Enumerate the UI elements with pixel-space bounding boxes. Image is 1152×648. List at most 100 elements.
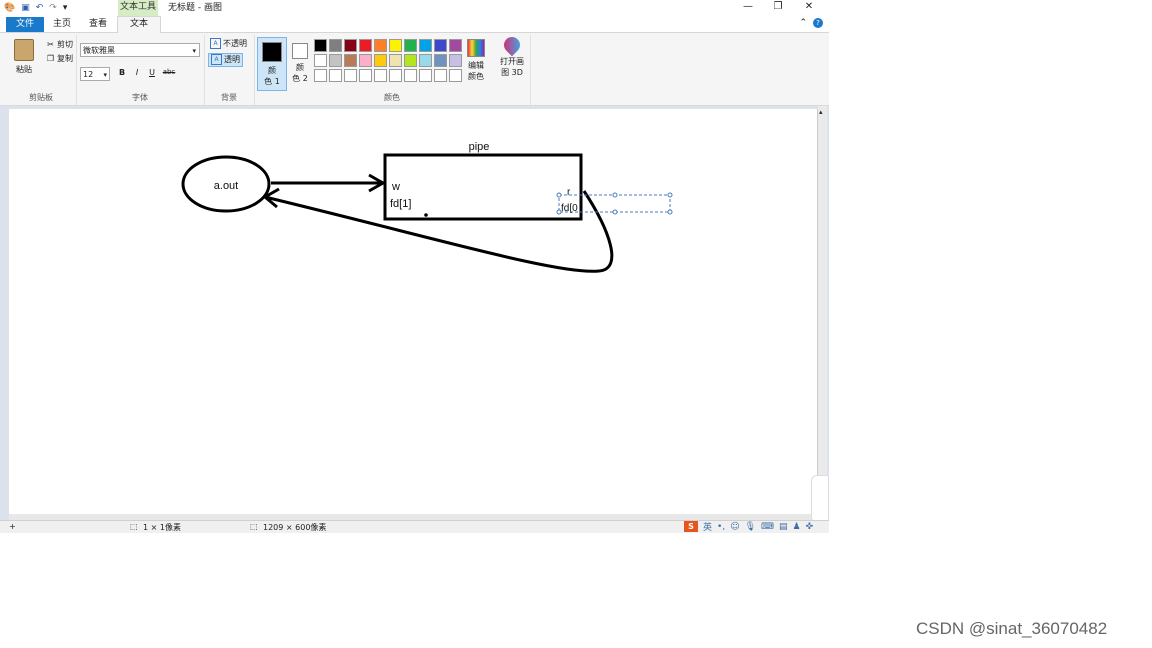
undo-icon[interactable]: ↶	[36, 2, 44, 14]
ime-tray: S 英 •, ☺ 🎙 ⌨ ▤ ♟ ✜	[684, 520, 813, 533]
paint3d-icon	[500, 33, 524, 57]
resize-handle[interactable]	[612, 192, 618, 198]
palette-swatch[interactable]	[374, 54, 387, 67]
color2-swatch	[292, 43, 308, 59]
side-handle[interactable]	[811, 475, 829, 523]
font-size-select[interactable]: 12 ▾	[80, 67, 110, 81]
resize-handle[interactable]	[556, 192, 562, 198]
chinese-mode-icon[interactable]: 英	[703, 520, 712, 533]
underline-button[interactable]: U	[146, 68, 158, 77]
palette-swatch[interactable]	[449, 54, 462, 67]
paste-icon[interactable]	[14, 39, 34, 61]
minimize-button[interactable]: —	[732, 0, 764, 16]
palette-swatch[interactable]	[329, 39, 342, 52]
color2-button[interactable]: 颜 色 2	[286, 37, 314, 89]
skin-icon[interactable]: ▤	[779, 522, 788, 532]
close-button[interactable]: ✕	[793, 0, 825, 16]
save-icon[interactable]: ▣	[21, 2, 30, 14]
copy-button[interactable]: ❐ 复制	[46, 53, 73, 64]
emoji-icon[interactable]: ☺	[730, 522, 739, 532]
cut-button[interactable]: ✂ 剪切	[46, 39, 73, 50]
stray-dot	[424, 213, 428, 217]
strikethrough-button[interactable]: abc	[161, 68, 177, 76]
help-icon[interactable]: ?	[813, 18, 823, 28]
resize-handle[interactable]	[612, 209, 618, 215]
palette-swatch[interactable]	[419, 69, 432, 82]
palette-swatch[interactable]	[359, 69, 372, 82]
pipe-diagram: a.out pipe w fd[1] r fd[0	[181, 141, 673, 273]
bold-button[interactable]: B	[116, 68, 128, 77]
tab-text[interactable]: 文本	[117, 16, 161, 34]
palette-swatch[interactable]	[419, 39, 432, 52]
microphone-icon[interactable]: 🎙	[745, 522, 756, 532]
keyboard-icon[interactable]: ⌨	[761, 522, 774, 532]
font-family-value: 微软雅黑	[83, 46, 115, 55]
work-area: a.out pipe w fd[1] r fd[0 ▴	[0, 106, 829, 520]
drawing-canvas[interactable]: a.out pipe w fd[1] r fd[0	[9, 109, 818, 514]
text-tools-context-tab: 文本工具	[118, 0, 158, 16]
palette-swatch[interactable]	[314, 39, 327, 52]
tab-view[interactable]: 查看	[84, 17, 112, 32]
paste-button[interactable]: 粘贴	[16, 64, 32, 75]
palette-swatch[interactable]	[359, 39, 372, 52]
palette-swatch[interactable]	[374, 39, 387, 52]
resize-handle[interactable]	[667, 209, 673, 215]
resize-handle[interactable]	[556, 209, 562, 215]
cursor-position: 1 × 1像素	[143, 523, 181, 532]
palette-swatch[interactable]	[374, 69, 387, 82]
palette-swatch[interactable]	[404, 39, 417, 52]
resize-handle[interactable]	[667, 192, 673, 198]
scroll-up-icon[interactable]: ▴	[819, 108, 823, 116]
palette-swatch[interactable]	[434, 39, 447, 52]
palette-swatch[interactable]	[314, 54, 327, 67]
color1-label-a: 颜	[268, 66, 276, 75]
paint3d-label-b: 图 3D	[501, 68, 523, 77]
edit-colors-label-b: 颜色	[468, 72, 484, 81]
palette-swatch[interactable]	[449, 69, 462, 82]
edit-colors-button[interactable]: 编辑 颜色	[464, 39, 488, 82]
vertical-scrollbar[interactable]: ▴	[818, 106, 827, 516]
palette-swatch[interactable]	[389, 39, 402, 52]
colors-group-label: 颜色	[384, 93, 400, 102]
tab-file[interactable]: 文件	[6, 17, 44, 32]
opaque-option[interactable]: A 不透明	[208, 38, 249, 50]
sogou-icon[interactable]: S	[684, 521, 698, 532]
color1-button[interactable]: 颜 色 1	[257, 37, 287, 91]
open-paint3d-button[interactable]: 打开画 图 3D	[498, 33, 526, 78]
palette-swatch[interactable]	[434, 54, 447, 67]
copy-label: 复制	[57, 54, 73, 63]
palette-swatch[interactable]	[329, 54, 342, 67]
tab-home[interactable]: 主页	[48, 17, 76, 32]
customize-toolbar-icon[interactable]: ▾	[63, 2, 68, 14]
pipe-box	[383, 153, 583, 221]
palette-swatch[interactable]	[404, 54, 417, 67]
restore-button[interactable]: ❐	[762, 0, 794, 16]
palette-swatch[interactable]	[359, 54, 372, 67]
redo-icon[interactable]: ↷	[49, 2, 57, 14]
italic-button[interactable]: I	[131, 68, 143, 77]
palette-swatch[interactable]	[344, 54, 357, 67]
transparent-icon: A	[211, 54, 222, 65]
color-palette	[314, 39, 462, 82]
ribbon: 粘贴 ✂ 剪切 ❐ 复制 剪贴板 微软雅黑 ▾ 12 ▾ B I U abc 字体	[0, 33, 829, 106]
punctuation-icon[interactable]: •,	[717, 522, 725, 532]
palette-swatch[interactable]	[434, 69, 447, 82]
palette-swatch[interactable]	[314, 69, 327, 82]
palette-swatch[interactable]	[389, 54, 402, 67]
palette-swatch[interactable]	[344, 69, 357, 82]
window-title: 无标题 - 画图	[168, 3, 222, 13]
clipboard-group: 粘贴 ✂ 剪切 ❐ 复制 剪贴板	[6, 35, 77, 105]
palette-swatch[interactable]	[389, 69, 402, 82]
collapse-ribbon-icon[interactable]: ⌃	[799, 18, 807, 28]
palette-swatch[interactable]	[344, 39, 357, 52]
tools-icon[interactable]: ✜	[806, 522, 814, 532]
palette-swatch[interactable]	[329, 69, 342, 82]
palette-swatch[interactable]	[419, 54, 432, 67]
palette-swatch[interactable]	[404, 69, 417, 82]
watermark: CSDN @sinat_36070482	[916, 619, 1108, 638]
palette-swatch[interactable]	[449, 39, 462, 52]
transparent-option[interactable]: A 透明	[208, 53, 243, 67]
crosshair-icon: +	[9, 522, 16, 531]
user-icon[interactable]: ♟	[793, 522, 801, 532]
font-family-select[interactable]: 微软雅黑 ▾	[80, 43, 200, 57]
